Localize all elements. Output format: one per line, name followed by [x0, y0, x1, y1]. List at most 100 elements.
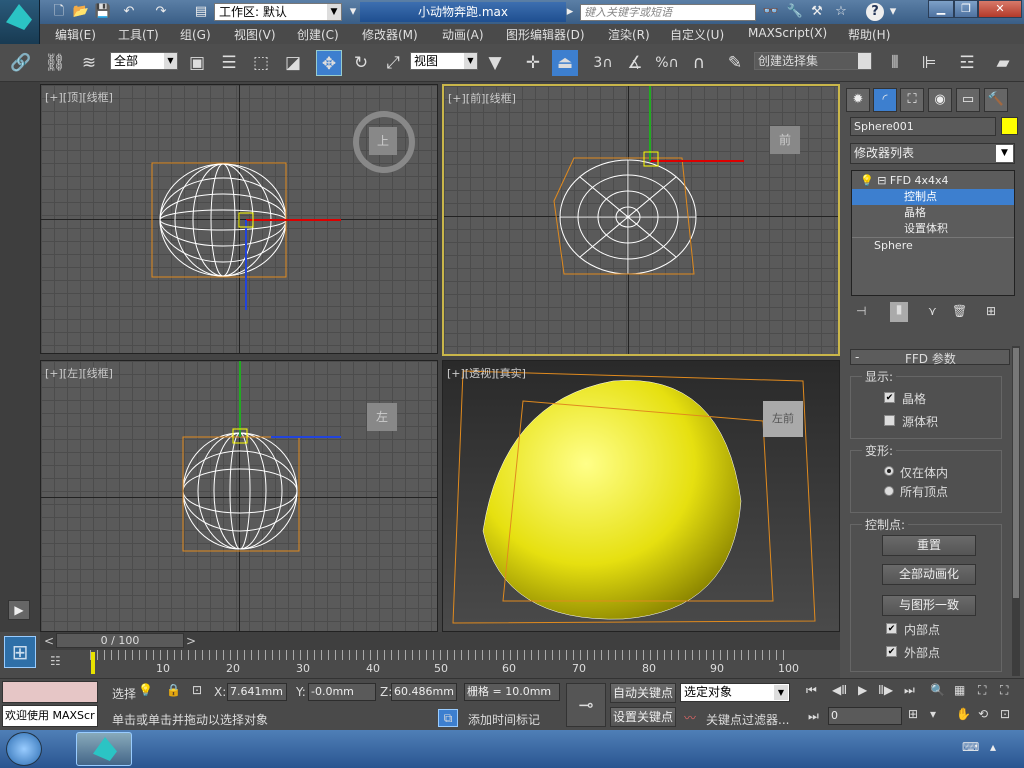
- menu-graph-editors[interactable]: 图形编辑器(D): [506, 26, 585, 43]
- binoculars-icon[interactable]: 👓: [762, 3, 780, 21]
- field-of-view-icon[interactable]: ▾: [930, 707, 936, 721]
- zoom-icon[interactable]: 🔍: [930, 683, 945, 697]
- select-object-icon[interactable]: ▣: [184, 50, 210, 76]
- viewcube-perspective[interactable]: 左前: [763, 401, 803, 437]
- display-tab-icon[interactable]: ▭: [956, 88, 980, 112]
- time-tag-icon[interactable]: ⧉: [438, 709, 458, 727]
- goto-start-icon[interactable]: ⏮: [806, 683, 817, 698]
- maxscript-listener-pink[interactable]: [2, 681, 98, 703]
- stack-item-sphere[interactable]: Sphere: [852, 237, 1014, 253]
- key-mode-dropdown[interactable]: 选定对象 ▼: [680, 683, 790, 702]
- modifier-list-dropdown[interactable]: 修改器列表 ▼: [850, 143, 1015, 164]
- auto-key-button[interactable]: 自动关键点: [610, 683, 676, 703]
- make-unique-icon[interactable]: ⋎: [928, 304, 937, 318]
- save-icon[interactable]: 💾: [94, 3, 112, 21]
- unlink-icon[interactable]: ⛓: [42, 50, 68, 76]
- source-volume-checkbox[interactable]: [884, 415, 895, 426]
- help-icon[interactable]: ?: [866, 3, 884, 21]
- viewport-perspective[interactable]: [+][透视][真实] 左前: [442, 360, 840, 632]
- goto-end-icon[interactable]: ⏭: [904, 683, 915, 698]
- spinner-snap-icon[interactable]: ∩: [686, 50, 712, 76]
- play-arrow-icon[interactable]: ▶: [8, 600, 30, 620]
- configure-sets-icon[interactable]: ⊞: [986, 304, 996, 318]
- next-frame-icon[interactable]: >: [186, 634, 196, 648]
- prev-frame-icon[interactable]: <: [44, 634, 54, 648]
- graphite-toolbar-icon[interactable]: ▰: [990, 50, 1016, 76]
- viewport-left[interactable]: [+][左][线框] 左: [40, 360, 438, 632]
- key-filters-label[interactable]: 关键点过滤器...: [706, 711, 789, 728]
- reference-coord-dropdown[interactable]: 视图 ▼: [410, 52, 478, 70]
- mirror-icon[interactable]: ⫴: [882, 50, 908, 76]
- link-icon[interactable]: 🔗: [8, 50, 34, 76]
- command-panel-scrollbar[interactable]: [1012, 346, 1020, 676]
- only-in-volume-radio[interactable]: [884, 466, 894, 476]
- next-key-icon[interactable]: Ⅱ▶: [878, 683, 893, 697]
- viewcube-front[interactable]: 前: [770, 126, 800, 154]
- redo-icon[interactable]: ↷: [152, 3, 170, 21]
- select-manipulate-icon[interactable]: ✛: [520, 50, 546, 76]
- percent-snap-icon[interactable]: %∩: [654, 50, 680, 76]
- zoom-extents-all-icon[interactable]: ⛶: [1000, 683, 1008, 698]
- y-coordinate-field[interactable]: -0.0mm: [308, 683, 376, 701]
- named-selection-sets-dropdown[interactable]: 创建选择集 ▼: [754, 52, 872, 70]
- menu-modifiers[interactable]: 修改器(M): [362, 26, 418, 43]
- all-vertices-radio[interactable]: [884, 486, 894, 496]
- pin-stack-icon[interactable]: ⊣: [856, 304, 866, 318]
- stack-item-control-points[interactable]: 控制点: [852, 189, 1014, 205]
- rect-region-icon[interactable]: ⬚: [248, 50, 274, 76]
- conform-to-shape-button[interactable]: 与图形一致: [882, 595, 976, 616]
- stack-item-set-volume[interactable]: 设置体积: [852, 221, 1014, 237]
- select-by-name-icon[interactable]: ☰: [216, 50, 242, 76]
- edit-named-selection-icon[interactable]: ✎: [722, 50, 748, 76]
- play-icon[interactable]: ▶: [858, 683, 867, 697]
- animate-all-button[interactable]: 全部动画化: [882, 564, 976, 585]
- show-end-result-icon[interactable]: ▮: [890, 302, 908, 322]
- collapse-icon[interactable]: ⊟: [877, 174, 886, 187]
- set-key-button[interactable]: 设置关键点: [610, 707, 676, 727]
- start-button[interactable]: [6, 732, 42, 766]
- x-coordinate-field[interactable]: 7.641mm: [227, 683, 287, 701]
- taskbar-3dsmax[interactable]: [76, 732, 132, 766]
- selection-filter-dropdown[interactable]: 全部 ▼: [110, 52, 178, 70]
- time-slider[interactable]: < 0 / 100 >: [40, 632, 840, 650]
- prev-key-icon[interactable]: ◀Ⅱ: [832, 683, 847, 697]
- orbit-icon[interactable]: ⟲: [978, 707, 988, 721]
- keyboard-icon[interactable]: ⌨: [962, 740, 979, 754]
- undo-icon[interactable]: ↶: [120, 3, 138, 21]
- rotate-icon[interactable]: ↻: [348, 50, 374, 76]
- project-folder-icon[interactable]: ▤: [192, 3, 210, 21]
- menu-create[interactable]: 创建(C): [297, 26, 339, 43]
- isolate-selection-icon[interactable]: 💡: [138, 683, 153, 697]
- reset-button[interactable]: 重置: [882, 535, 976, 556]
- viewport-layout-tab[interactable]: ⊞: [0, 632, 40, 678]
- add-time-tag-label[interactable]: 添加时间标记: [468, 711, 540, 728]
- hierarchy-tab-icon[interactable]: ⛶: [900, 88, 924, 112]
- key-filter-icon[interactable]: 〰: [684, 709, 696, 726]
- snap-toggle-icon[interactable]: 3∩: [590, 50, 616, 76]
- new-file-icon[interactable]: 🗋: [50, 3, 68, 21]
- track-bar[interactable]: ☷ 10 20 30 40 50 60 70 80 90 100: [40, 650, 840, 678]
- menu-maxscript[interactable]: MAXScript(X): [748, 26, 827, 40]
- zoom-all-icon[interactable]: ▦: [954, 683, 965, 697]
- align-icon[interactable]: ⊫: [916, 50, 942, 76]
- tray-arrow-icon[interactable]: ▴: [990, 740, 996, 754]
- modify-tab-icon[interactable]: ◜: [873, 88, 897, 112]
- subscription-icon[interactable]: ⚒: [808, 3, 826, 21]
- object-color-swatch[interactable]: [1001, 117, 1018, 135]
- bind-spacewarp-icon[interactable]: ≋: [76, 50, 102, 76]
- workspace-dropdown[interactable]: 工作区: 默认 ▼: [214, 3, 342, 21]
- window-crossing-icon[interactable]: ◪: [280, 50, 306, 76]
- motion-tab-icon[interactable]: ◉: [928, 88, 952, 112]
- viewport-top[interactable]: [+][顶][线框] 上: [40, 84, 438, 354]
- menu-tools[interactable]: 工具(T): [118, 26, 159, 43]
- menu-view[interactable]: 视图(V): [234, 26, 276, 43]
- help-dropdown-icon[interactable]: ▾: [888, 3, 898, 21]
- open-file-icon[interactable]: 📂: [72, 3, 90, 21]
- mini-curve-editor-icon[interactable]: ☷: [50, 654, 70, 672]
- expand-arrow-icon[interactable]: ▸: [564, 3, 576, 21]
- menu-group[interactable]: 组(G): [180, 26, 211, 43]
- lightbulb-icon[interactable]: 💡: [860, 174, 874, 187]
- layer-manager-icon[interactable]: ☲: [954, 50, 980, 76]
- stack-item-ffd[interactable]: 💡 ⊟ FFD 4x4x4: [852, 173, 1014, 189]
- utilities-tab-icon[interactable]: 🔨: [984, 88, 1008, 112]
